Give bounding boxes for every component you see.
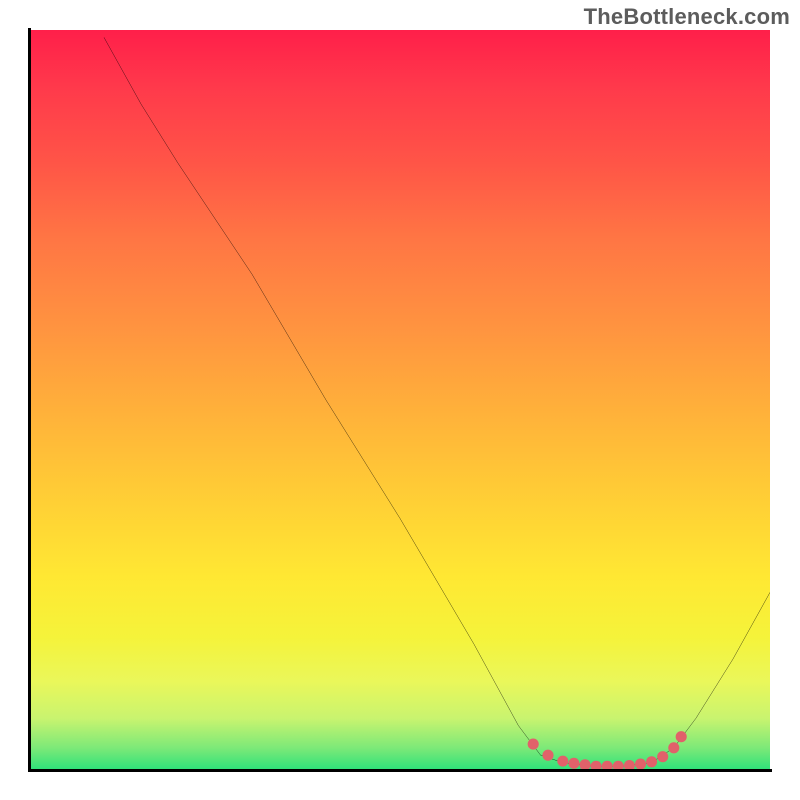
optimal-marker [528,739,539,750]
watermark-text: TheBottleneck.com [584,4,790,30]
optimal-marker [676,731,687,742]
optimal-marker [646,756,657,767]
optimal-marker [635,759,646,770]
optimal-marker [542,750,553,761]
optimal-marker [668,742,679,753]
optimal-marker [657,751,668,762]
chart-frame: TheBottleneck.com [0,0,800,800]
optimal-marker [568,758,579,769]
optimal-marker-group [528,731,687,770]
marker-layer [30,30,770,770]
optimal-marker [557,756,568,767]
y-axis [28,28,31,772]
x-axis [28,769,772,772]
